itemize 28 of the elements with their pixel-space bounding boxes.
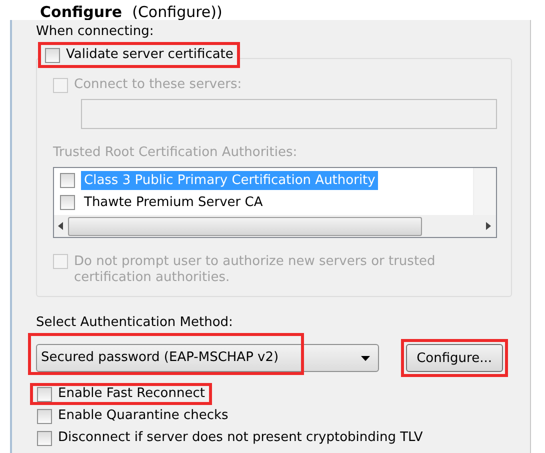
checkbox[interactable] bbox=[60, 195, 75, 210]
list-label: Trusted Root Certification Authorities: bbox=[53, 145, 298, 161]
servers-field[interactable] bbox=[81, 99, 497, 129]
checkbox[interactable] bbox=[37, 386, 52, 402]
section-label: When connecting: bbox=[36, 24, 155, 40]
certificate-list[interactable]: Class 3 Public Primary Certification Authority Thawte Premium Server CA bbox=[53, 167, 497, 238]
list-item[interactable]: Thawte Premium Server CA bbox=[81, 193, 266, 212]
scroll-thumb[interactable] bbox=[68, 216, 422, 236]
checkbox-label: Connect to these servers: bbox=[74, 77, 242, 93]
vertical-scrollbar[interactable] bbox=[473, 168, 496, 215]
checkbox-label: Enable Fast Reconnect bbox=[58, 386, 205, 402]
checkbox-label: Validate server certificate bbox=[66, 47, 234, 63]
field-label: Select Authentication Method: bbox=[36, 315, 234, 331]
configure-button[interactable]: Configure... bbox=[406, 344, 503, 372]
caption-text: Configure bbox=[40, 4, 122, 20]
left-arrow-icon[interactable] bbox=[58, 222, 64, 230]
checkbox-label: Enable Quarantine checks bbox=[58, 408, 228, 424]
caption-text: (Configure)) bbox=[132, 4, 222, 20]
horizontal-scrollbar[interactable] bbox=[54, 215, 496, 237]
checkbox[interactable] bbox=[60, 173, 75, 188]
dropdown-caret-icon bbox=[360, 356, 370, 360]
checkbox-label: Do not prompt user to authorize new servers or trusted certification authorities. bbox=[74, 254, 436, 286]
checkbox-label: Disconnect if server does not present cryptobinding TLV bbox=[58, 430, 423, 446]
checkbox[interactable] bbox=[37, 430, 52, 446]
authentication-dropdown[interactable]: Secured password (EAP-MSCHAP v2) bbox=[36, 344, 379, 372]
right-arrow-icon[interactable] bbox=[486, 222, 492, 230]
checkbox[interactable] bbox=[37, 408, 52, 424]
checkbox[interactable] bbox=[45, 48, 60, 62]
